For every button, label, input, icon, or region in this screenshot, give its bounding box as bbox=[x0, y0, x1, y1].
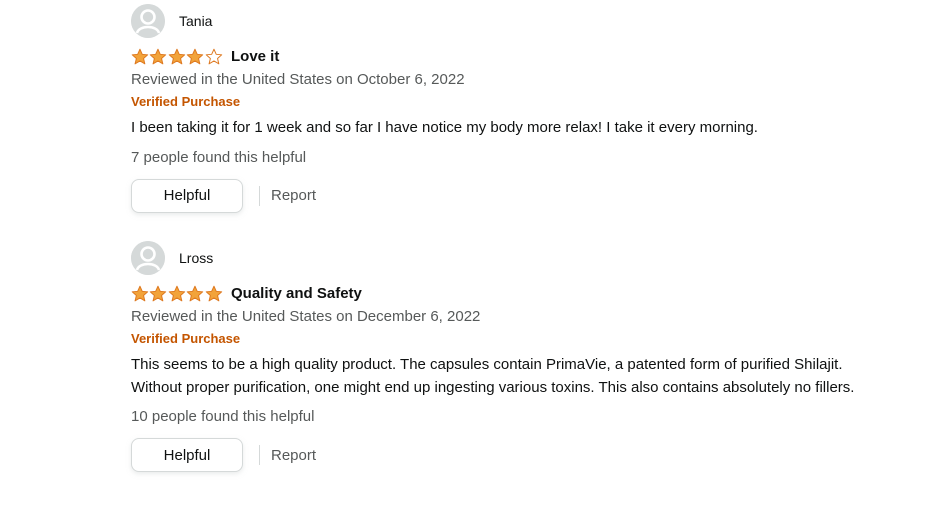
avatar[interactable] bbox=[131, 4, 165, 38]
review-text: I been taking it for 1 week and so far I… bbox=[131, 119, 758, 136]
star-empty-icon bbox=[205, 48, 222, 64]
star-filled-icon bbox=[131, 48, 149, 64]
review-title[interactable]: Quality and Safety bbox=[231, 285, 362, 302]
report-link[interactable]: Report bbox=[271, 187, 316, 204]
review-date: Reviewed in the United States on October… bbox=[131, 71, 465, 88]
user-avatar-icon bbox=[131, 241, 165, 275]
star-filled-icon bbox=[131, 285, 149, 301]
review-card: Lross Quality and Safety Reviewed in the… bbox=[131, 241, 891, 472]
verified-purchase-badge: Verified Purchase bbox=[131, 331, 241, 346]
star-filled-icon bbox=[205, 285, 222, 301]
user-avatar-icon bbox=[131, 4, 165, 38]
helpful-button[interactable]: Helpful bbox=[131, 438, 243, 472]
helpful-count: 10 people found this helpful bbox=[131, 408, 315, 425]
star-filled-icon bbox=[150, 48, 167, 64]
review-title[interactable]: Love it bbox=[231, 48, 279, 65]
divider bbox=[259, 185, 260, 206]
divider bbox=[259, 445, 260, 465]
star-filled-icon bbox=[150, 285, 167, 301]
star-filled-icon bbox=[168, 48, 186, 64]
reviewer-name[interactable]: Tania bbox=[179, 13, 212, 29]
star-filled-icon bbox=[186, 285, 204, 301]
star-rating[interactable] bbox=[131, 48, 223, 65]
star-rating[interactable] bbox=[131, 285, 223, 302]
star-filled-icon bbox=[168, 285, 186, 301]
reviewer-profile[interactable]: Lross bbox=[131, 241, 891, 275]
helpful-count: 7 people found this helpful bbox=[131, 148, 307, 166]
star-filled-icon bbox=[186, 48, 204, 64]
helpful-button[interactable]: Helpful bbox=[131, 178, 243, 213]
review-text: This seems to be a high quality product.… bbox=[131, 356, 855, 396]
review-date: Reviewed in the United States on Decembe… bbox=[131, 308, 481, 325]
reviewer-name[interactable]: Lross bbox=[179, 250, 213, 266]
report-link[interactable]: Report bbox=[271, 447, 316, 464]
verified-purchase-badge: Verified Purchase bbox=[131, 94, 241, 109]
reviewer-profile[interactable]: Tania bbox=[131, 4, 891, 38]
review-card: Tania Love it Reviewed in the United Sta… bbox=[131, 4, 891, 213]
avatar[interactable] bbox=[131, 241, 165, 275]
